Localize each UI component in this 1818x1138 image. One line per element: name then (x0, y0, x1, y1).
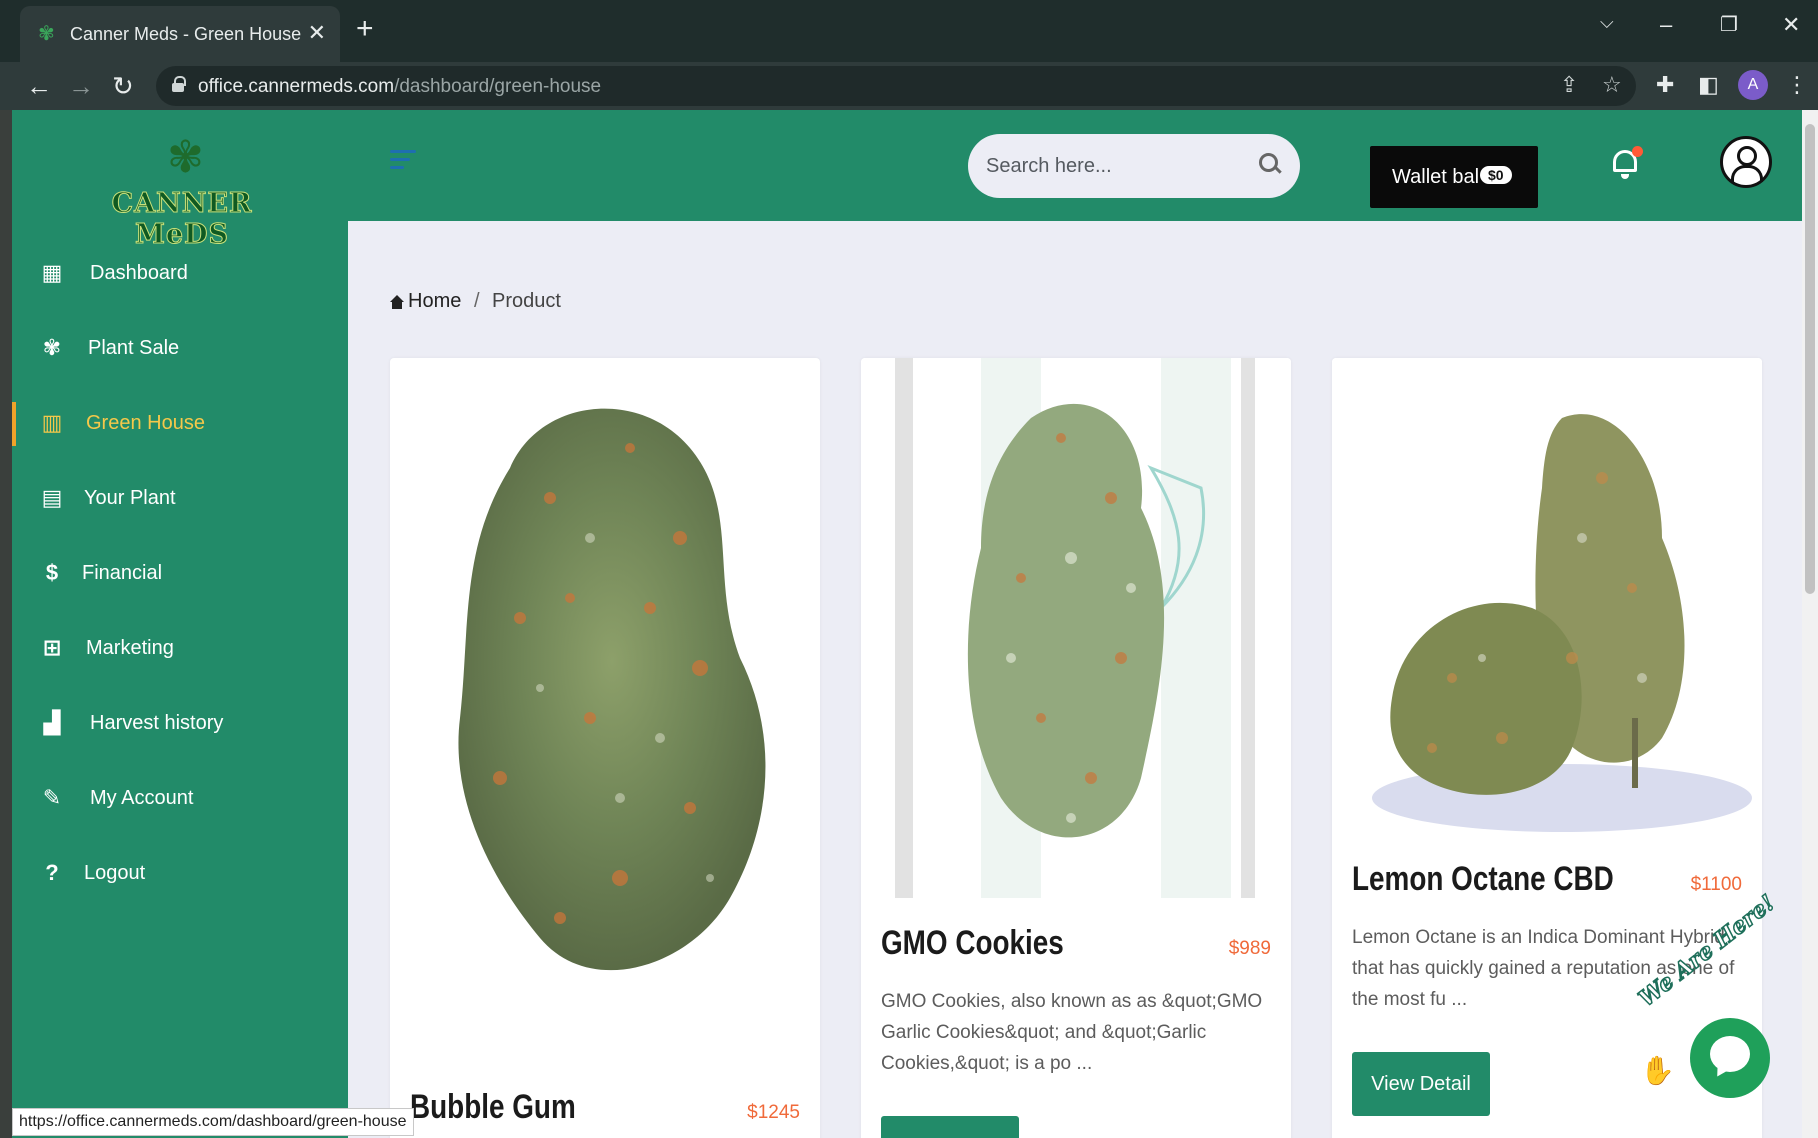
status-bar-url: https://office.cannermeds.com/dashboard/… (12, 1108, 414, 1136)
browser-toolbar: ← → ↻ office.cannermeds.com/dashboard/gr… (0, 62, 1818, 110)
chat-bubble-icon (1710, 1036, 1750, 1072)
extensions-puzzle-icon[interactable]: ✚ (1656, 72, 1674, 98)
back-icon[interactable]: ← (26, 70, 52, 102)
share-icon[interactable]: ⇪ (1560, 72, 1578, 98)
logo[interactable]: ✾ CANNER MeDS (82, 133, 282, 251)
plus-square-icon: ⊞ (42, 635, 62, 660)
product-title: Lemon Octane CBD (1352, 860, 1614, 898)
search-input[interactable] (986, 152, 1236, 180)
sidebar-item-label: Green House (86, 412, 205, 434)
top-header: Wallet bal $0 (348, 110, 1802, 221)
sidebar-item-harvest-history[interactable]: ▟ Harvest history (12, 696, 348, 752)
sidebar-item-dashboard[interactable]: ▦ Dashboard (12, 246, 348, 302)
profile-avatar[interactable]: A (1738, 70, 1768, 100)
breadcrumb-current: Product (492, 290, 561, 312)
sidebar-item-green-house[interactable]: ▥ Green House (12, 396, 348, 452)
breadcrumb-home[interactable]: Home (408, 290, 461, 313)
search-icon[interactable] (1258, 152, 1282, 176)
search-box (968, 134, 1300, 198)
sidebar-item-label: Financial (82, 562, 163, 584)
product-price: $1100 (1690, 874, 1742, 895)
close-window-icon[interactable]: ✕ (1782, 12, 1800, 38)
waving-hand-icon: ✋ (1640, 1055, 1675, 1086)
browser-menu-icon[interactable]: ⋮ (1786, 72, 1808, 98)
product-image-gmo-cookies[interactable] (861, 358, 1291, 898)
clipboard-icon: ▤ (41, 485, 63, 510)
view-detail-button[interactable]: View Detail (881, 1116, 1019, 1138)
browser-tab[interactable]: ✾ Canner Meds - Green House ✕ (20, 6, 340, 62)
wallet-balance-badge: $0 (1480, 166, 1512, 184)
product-card: Bubble Gum $1245 (390, 358, 820, 1138)
sidebar-item-logout[interactable]: ? Logout (12, 846, 348, 902)
bookmark-star-icon[interactable]: ☆ (1602, 72, 1622, 98)
reload-icon[interactable]: ↻ (112, 70, 134, 102)
product-description: GMO Cookies, also known as as &quot;GMO … (881, 991, 1263, 1074)
menu-toggle-icon[interactable] (390, 150, 416, 170)
sidebar-item-plant-sale[interactable]: ✾ Plant Sale (12, 321, 348, 377)
restore-icon[interactable]: ❐ (1720, 12, 1738, 37)
product-image-lemon-octane-cbd[interactable] (1332, 358, 1762, 838)
product-image-bubble-gum[interactable] (390, 358, 820, 1038)
product-title: Bubble Gum (410, 1088, 576, 1126)
sidebar-item-label: Harvest history (90, 712, 224, 734)
chat-widget: We Are Here! ✋ (1633, 889, 1800, 1116)
product-price: $1245 (747, 1102, 800, 1123)
logo-text: CANNER MeDS (111, 188, 253, 251)
sidebar-item-your-plant[interactable]: ▤ Your Plant (12, 471, 348, 527)
notification-bell-icon[interactable] (1610, 146, 1643, 180)
new-tab-icon[interactable]: + (356, 14, 374, 44)
lock-icon[interactable] (172, 76, 186, 92)
wallet-balance-button[interactable]: Wallet bal $0 (1370, 146, 1538, 208)
building-icon: ▥ (41, 410, 63, 435)
question-icon: ? (45, 860, 59, 885)
tab-search-chevron-icon[interactable]: ⌵ (1600, 12, 1614, 33)
home-icon[interactable] (390, 295, 404, 309)
breadcrumb-separator: / (474, 290, 480, 312)
chart-icon: ▟ (43, 710, 61, 735)
scrollbar-thumb[interactable] (1805, 124, 1815, 594)
tab-close-icon[interactable]: ✕ (308, 20, 326, 46)
sidebar-item-label: Dashboard (90, 262, 188, 284)
sidebar-item-label: Your Plant (84, 487, 176, 509)
cannabis-leaf-icon: ✾ (42, 335, 62, 360)
dashboard-icon: ▦ (41, 260, 63, 285)
sidebar: ✾ CANNER MeDS ▦ Dashboard ✾ Plant Sale ▥… (12, 110, 348, 1138)
tab-title: Canner Meds - Green House (70, 24, 302, 44)
sidebar-item-label: Logout (84, 862, 146, 884)
cannabis-favicon-icon: ✾ (38, 23, 55, 45)
app-page: ✾ CANNER MeDS ▦ Dashboard ✾ Plant Sale ▥… (12, 110, 1802, 1138)
address-bar[interactable]: office.cannermeds.com/dashboard/green-ho… (156, 66, 1636, 106)
dollar-icon: $ (45, 560, 59, 585)
notification-dot (1632, 146, 1643, 157)
product-title: GMO Cookies (881, 924, 1064, 962)
sidebar-item-label: Plant Sale (88, 337, 180, 359)
sidebar-item-label: Marketing (86, 637, 174, 659)
cannabis-leaf-logo-icon: ✾ (167, 133, 204, 182)
browser-titlebar: ✾ Canner Meds - Green House ✕ + ⌵ – ❐ ✕ (0, 0, 1818, 62)
edit-icon: ✎ (42, 785, 62, 810)
url-text: office.cannermeds.com/dashboard/green-ho… (198, 76, 602, 97)
sidebar-item-my-account[interactable]: ✎ My Account (12, 771, 348, 827)
sidebar-item-label: My Account (90, 787, 194, 809)
sidebar-item-marketing[interactable]: ⊞ Marketing (12, 621, 348, 677)
wallet-label: Wallet bal (1392, 166, 1480, 188)
minimize-icon[interactable]: – (1660, 12, 1672, 38)
forward-icon[interactable]: → (68, 70, 94, 102)
side-panel-icon[interactable]: ◧ (1698, 72, 1719, 98)
product-price: $989 (1228, 938, 1271, 959)
view-detail-button[interactable]: View Detail (1352, 1052, 1490, 1116)
product-card: GMO Cookies $989 GMO Cookies, also known… (861, 358, 1291, 1138)
user-avatar-icon[interactable] (1720, 136, 1772, 188)
sidebar-item-financial[interactable]: $ Financial (12, 546, 348, 602)
page-scrollbar[interactable] (1802, 110, 1818, 1138)
chat-open-button[interactable] (1690, 1018, 1770, 1098)
